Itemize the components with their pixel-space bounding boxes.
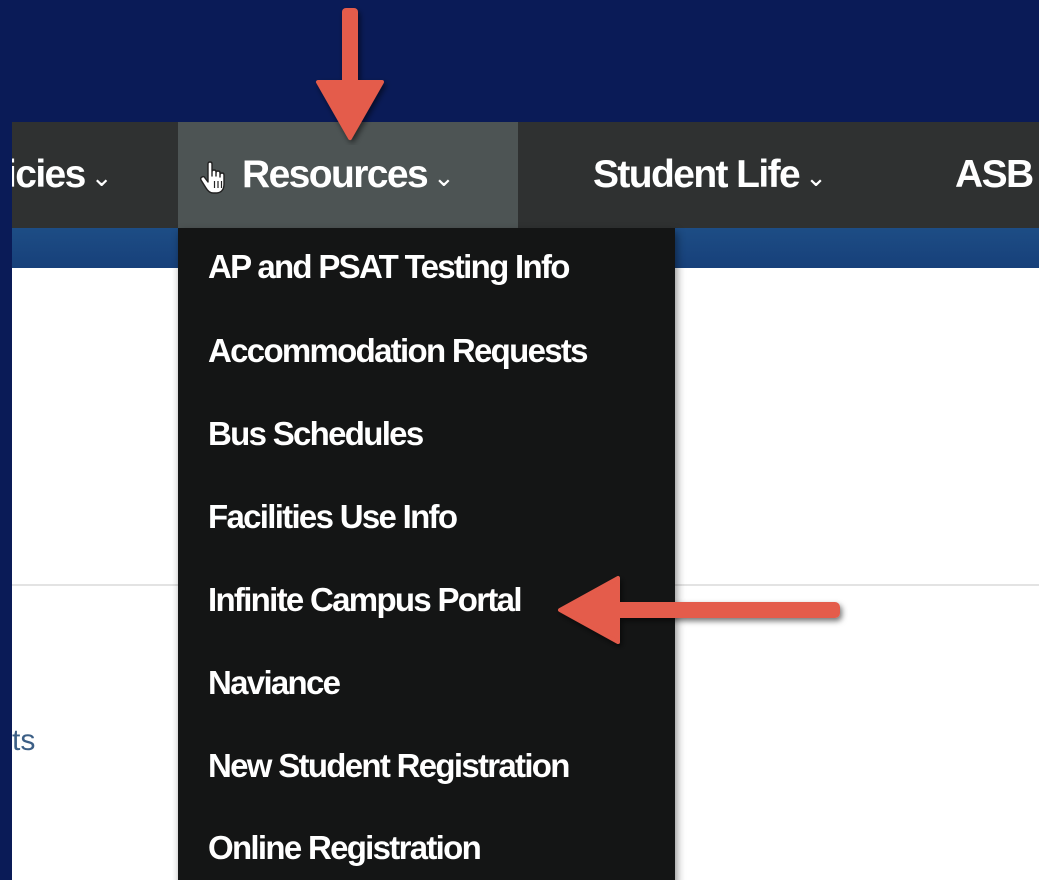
- resources-dropdown-menu: AP and PSAT Testing Info Accommodation R…: [178, 228, 675, 880]
- nav-item-policies[interactable]: icies ⌄: [12, 122, 113, 228]
- nav-item-resources[interactable]: Resources ⌄: [178, 122, 518, 228]
- menu-item-ap-psat-testing-info[interactable]: AP and PSAT Testing Info: [208, 248, 570, 286]
- menu-item-online-registration[interactable]: Online Registration: [208, 829, 482, 867]
- website-screenshot: icies ⌄ Resources ⌄ Student Life ⌄ ASB t…: [12, 122, 1039, 880]
- menu-item-accommodation-requests[interactable]: Accommodation Requests: [208, 332, 589, 370]
- main-navigation-bar: icies ⌄ Resources ⌄ Student Life ⌄ ASB: [12, 122, 1039, 228]
- menu-item-infinite-campus-portal[interactable]: Infinite Campus Portal: [208, 581, 523, 619]
- menu-item-naviance[interactable]: Naviance: [208, 664, 341, 702]
- partial-content-text: ts: [12, 724, 36, 757]
- nav-item-student-life[interactable]: Student Life ⌄: [593, 122, 827, 228]
- chevron-down-icon: ⌄: [90, 161, 113, 192]
- nav-item-label: icies: [12, 153, 86, 196]
- nav-item-label: Resources: [242, 153, 429, 196]
- nav-item-label: ASB: [955, 153, 1034, 196]
- chevron-down-icon: ⌄: [805, 161, 827, 192]
- hand-pointer-icon: [199, 161, 225, 194]
- menu-item-facilities-use-info[interactable]: Facilities Use Info: [208, 498, 458, 536]
- nav-item-label: Student Life: [593, 153, 801, 196]
- slide-background: [0, 0, 1039, 122]
- chevron-down-icon: ⌄: [433, 161, 455, 192]
- nav-item-asb[interactable]: ASB: [955, 122, 1034, 228]
- menu-item-new-student-registration[interactable]: New Student Registration: [208, 747, 570, 785]
- menu-item-bus-schedules[interactable]: Bus Schedules: [208, 415, 424, 453]
